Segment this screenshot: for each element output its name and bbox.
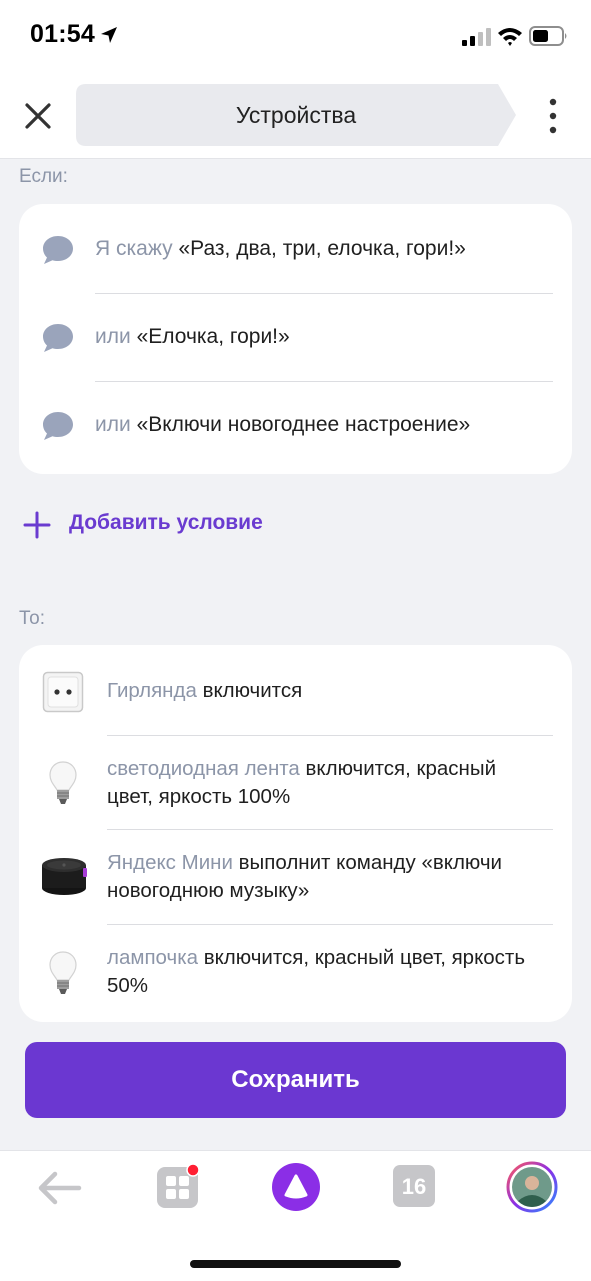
speech-bubble-icon: [43, 412, 73, 440]
add-condition-button[interactable]: Добавить условие: [69, 511, 263, 535]
action-device: светодиодная лента: [107, 757, 300, 780]
condition-prefix: Я скажу: [95, 237, 173, 260]
divider: [95, 293, 553, 294]
action-item[interactable]: светодиодная лента включится, красный цв…: [107, 755, 547, 811]
action-device: Яндекс Мини: [107, 851, 233, 874]
divider: [107, 924, 553, 925]
speech-bubble-icon: [43, 324, 73, 352]
light-bulb-icon: [49, 951, 77, 994]
profile-avatar[interactable]: [506, 1161, 558, 1213]
light-bulb-icon: [49, 761, 77, 804]
home-indicator: [190, 1260, 401, 1268]
close-icon[interactable]: [18, 96, 58, 136]
action-item[interactable]: Гирлянда включится: [107, 677, 547, 705]
condition-phrase: «Включи новогоднее настроение»: [136, 413, 471, 436]
back-arrow-icon[interactable]: [36, 1168, 82, 1208]
calendar-icon[interactable]: 16: [392, 1164, 436, 1208]
condition-phrase: «Елочка, гори!»: [136, 325, 290, 348]
action-device: лампочка: [107, 946, 199, 969]
action-item[interactable]: Яндекс Мини выполнит команду «включи нов…: [107, 849, 547, 905]
more-vertical-icon[interactable]: [538, 96, 568, 136]
status-time: 01:54: [30, 20, 95, 48]
smart-speaker-icon: [42, 858, 87, 895]
plus-icon[interactable]: [22, 510, 52, 540]
services-grid-icon[interactable]: [155, 1162, 203, 1210]
cellular-signal-icon: [462, 28, 491, 46]
condition-prefix: или: [95, 325, 131, 348]
save-button[interactable]: Сохранить: [25, 1042, 566, 1118]
condition-item[interactable]: или «Включи новогоднее настроение»: [95, 413, 470, 437]
actions-label: То:: [19, 608, 45, 629]
divider: [95, 381, 553, 382]
location-arrow-icon: [101, 27, 117, 43]
conditions-label: Если:: [19, 166, 68, 187]
calendar-day: 16: [402, 1174, 426, 1199]
speech-bubble-icon: [43, 236, 73, 264]
action-device: Гирлянда: [107, 679, 197, 702]
action-text: включится: [202, 679, 303, 702]
condition-phrase: «Раз, два, три, елочка, гори!»: [178, 237, 466, 260]
socket-icon: [42, 671, 84, 713]
condition-item[interactable]: или «Елочка, гори!»: [95, 325, 290, 349]
battery-icon: [529, 26, 567, 46]
page-title[interactable]: Устройства: [76, 84, 516, 146]
action-item[interactable]: лампочка включится, красный цвет, яркост…: [107, 944, 547, 1000]
wifi-icon: [498, 28, 522, 46]
condition-prefix: или: [95, 413, 131, 436]
divider: [107, 829, 553, 830]
divider: [107, 735, 553, 736]
condition-item[interactable]: Я скажу «Раз, два, три, елочка, гори!»: [95, 237, 466, 261]
alice-icon[interactable]: [271, 1162, 321, 1212]
